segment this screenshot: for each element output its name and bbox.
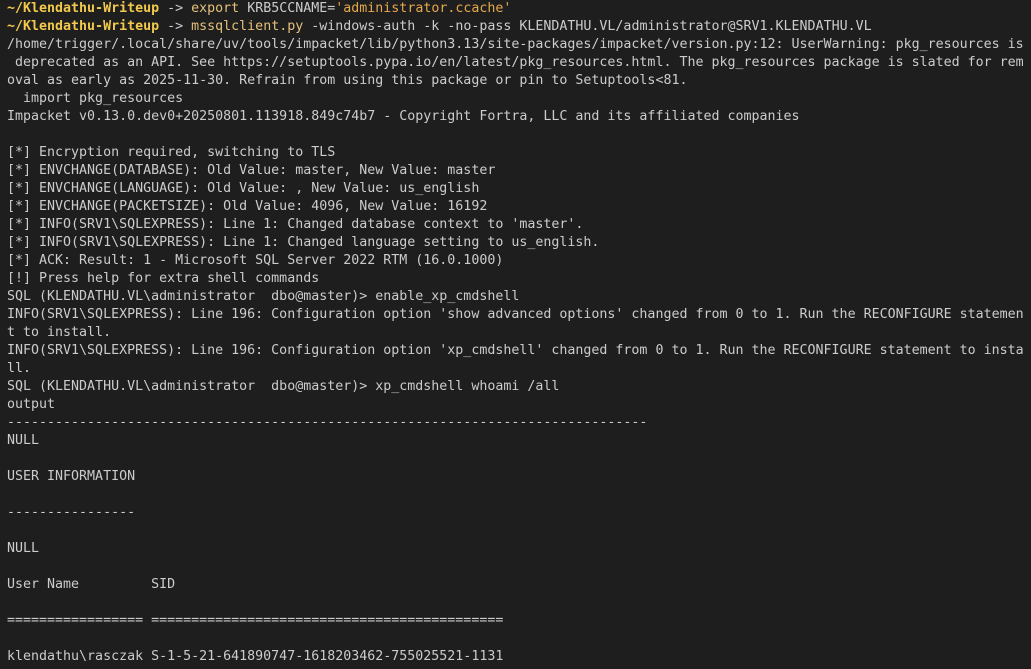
output-line: SQL (KLENDATHU.VL\administrator dbo@mast… (7, 379, 560, 394)
command-name: export (191, 1, 240, 16)
output-line: [*] ACK: Result: 1 - Microsoft SQL Serve… (7, 253, 504, 268)
output-line: [!] Press help for extra shell commands (7, 271, 320, 286)
output-line: NULL (7, 541, 40, 556)
output-line: output (7, 397, 56, 412)
output-line: [*] Encryption required, switching to TL… (7, 145, 336, 160)
output-line: INFO(SRV1\SQLEXPRESS): Line 196: Configu… (7, 307, 1024, 322)
command-args: KRB5CCNAME= (239, 1, 336, 16)
output-line: [*] ENVCHANGE(DATABASE): Old Value: mast… (7, 163, 496, 178)
prompt-directory: ~/Klendathu-Writeup (7, 1, 160, 16)
output-line: [*] ENVCHANGE(LANGUAGE): Old Value: , Ne… (7, 181, 480, 196)
output-line: ----------------------------------------… (7, 415, 648, 430)
output-line: Impacket v0.13.0.dev0+20250801.113918.84… (7, 109, 800, 124)
output-line: INFO(SRV1\SQLEXPRESS): Line 196: Configu… (7, 343, 1024, 358)
prompt-directory: ~/Klendathu-Writeup (7, 19, 160, 34)
output-line: t to install. (7, 325, 112, 340)
terminal-output: /home/trigger/.local/share/uv/tools/impa… (7, 36, 1031, 666)
command-line-mssqlclient: ~/Klendathu-Writeup -> mssqlclient.py -w… (7, 18, 1031, 36)
command-line-export: ~/Klendathu-Writeup -> export KRB5CCNAME… (7, 0, 1031, 18)
command-args: -windows-auth -k -no-pass KLENDATHU.VL/a… (303, 19, 872, 34)
output-line: ---------------- (7, 505, 136, 520)
output-line: oval as early as 2025-11-30. Refrain fro… (7, 73, 688, 88)
output-line: ll. (7, 361, 32, 376)
command-string: 'administrator.ccache' (335, 1, 512, 16)
output-line: deprecated as an API. See https://setupt… (7, 55, 1024, 70)
terminal-window[interactable]: ~/Klendathu-Writeup -> export KRB5CCNAME… (0, 0, 1031, 669)
output-line: [*] ENVCHANGE(PACKETSIZE): Old Value: 40… (7, 199, 488, 214)
output-line: [*] INFO(SRV1\SQLEXPRESS): Line 1: Chang… (7, 217, 584, 232)
output-line: SQL (KLENDATHU.VL\administrator dbo@mast… (7, 289, 520, 304)
output-line: [*] INFO(SRV1\SQLEXPRESS): Line 1: Chang… (7, 235, 600, 250)
output-line: /home/trigger/.local/share/uv/tools/impa… (7, 37, 1024, 52)
output-line: ================= ======================… (7, 613, 504, 628)
output-line: User Name SID (7, 577, 176, 592)
output-line: USER INFORMATION (7, 469, 136, 484)
prompt-arrow: -> (159, 19, 192, 34)
output-line: klendathu\rasczak S-1-5-21-641890747-161… (7, 649, 504, 664)
prompt-arrow: -> (159, 1, 192, 16)
output-line: import pkg_resources (7, 91, 184, 106)
output-line: NULL (7, 433, 40, 448)
command-name: mssqlclient.py (191, 19, 304, 34)
